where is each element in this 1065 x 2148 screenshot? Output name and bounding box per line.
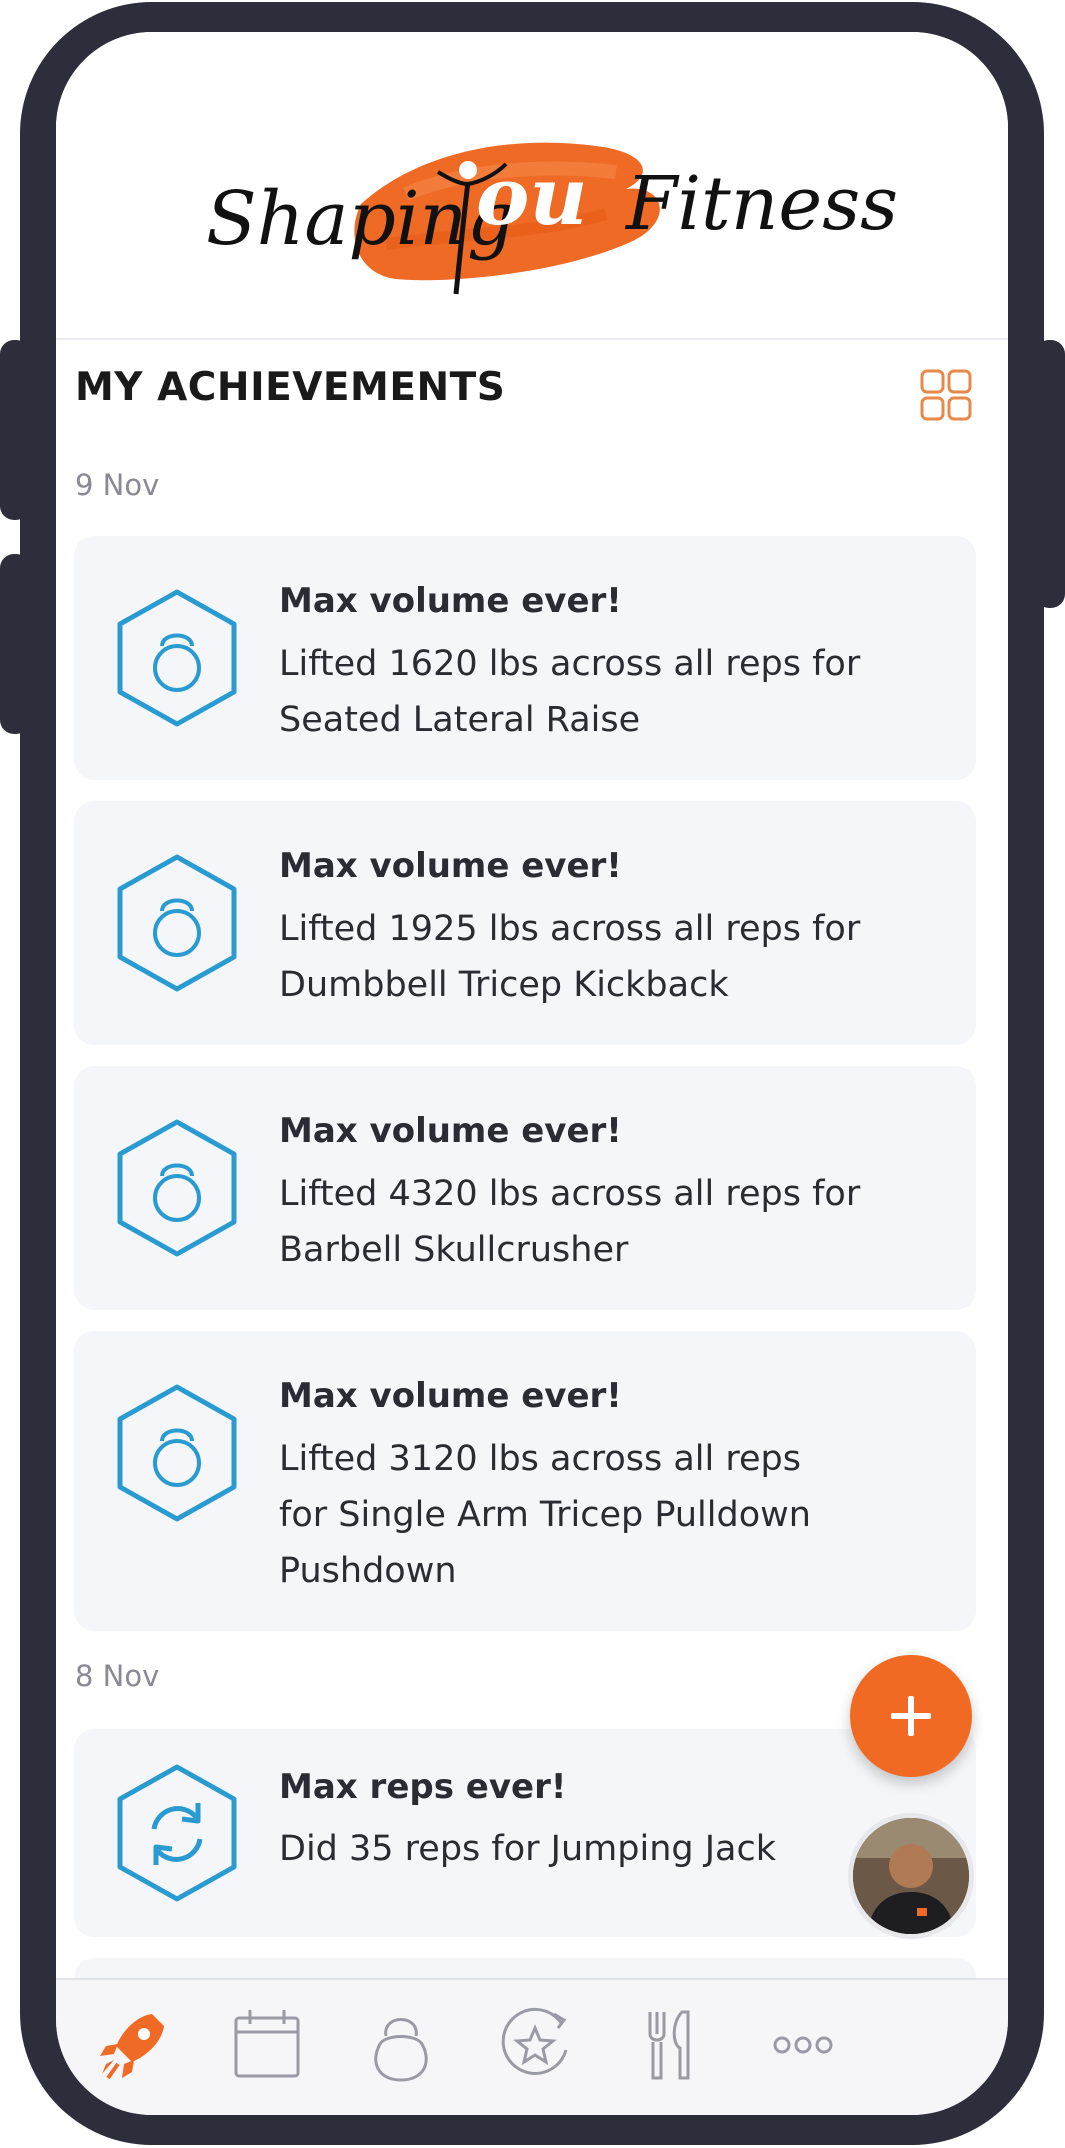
kettlebell-icon	[117, 1119, 237, 1257]
achievement-title: Max reps ever!	[279, 1767, 567, 1807]
tab-workouts[interactable]	[356, 2000, 446, 2090]
achievement-card[interactable]: Max reps ever! Did 35 reps for Jumping J…	[74, 1729, 976, 1937]
brand-logo: Shaping ou Fitness	[206, 142, 898, 295]
date-label: 9 Nov	[75, 468, 160, 502]
achievement-description: Lifted 1925 lbs across all reps for Dumb…	[279, 901, 929, 1013]
phone-side-button-left-2	[0, 554, 30, 734]
achievement-card[interactable]: Max volume ever! Lifted 1925 lbs across …	[74, 801, 976, 1045]
achievement-title: Max volume ever!	[279, 1376, 622, 1416]
achievement-title: Max volume ever!	[279, 846, 622, 886]
add-button[interactable]	[850, 1655, 972, 1777]
achievement-line: Lifted 3120 lbs across all reps	[279, 1439, 801, 1479]
app-screen: Shaping ou Fitness MY ACHIEVEMENTS 9 Nov…	[56, 32, 1008, 2115]
achievement-description: Lifted 4320 lbs across all reps for Barb…	[279, 1166, 929, 1278]
app-header: Shaping ou Fitness	[56, 32, 1008, 340]
achievement-line: Pushdown	[279, 1551, 457, 1591]
phone-side-button-left-1	[0, 340, 30, 520]
achievement-title: Max volume ever!	[279, 1111, 622, 1151]
svg-text:Shaping: Shaping	[206, 176, 515, 262]
rocket-icon	[100, 2014, 164, 2080]
achievement-description: Lifted 3120 lbs across all reps for Sing…	[279, 1431, 929, 1599]
achievement-card[interactable]: Max volume ever! Lifted 3120 lbs across …	[74, 1331, 976, 1631]
plus-icon	[891, 1696, 931, 1736]
bottom-tab-bar	[56, 1978, 1008, 2115]
tab-rocket[interactable]	[88, 2000, 178, 2090]
coach-avatar[interactable]	[848, 1813, 974, 1939]
achievement-card[interactable]: Max volume ever! Lifted 4320 lbs across …	[74, 1066, 976, 1310]
achievement-description: Did 35 reps for Jumping Jack	[279, 1821, 929, 1877]
svg-text:Fitness: Fitness	[624, 161, 898, 247]
tab-calendar[interactable]	[222, 2000, 312, 2090]
kettlebell-icon	[117, 854, 237, 992]
achievement-title: Max volume ever!	[279, 581, 622, 621]
kettlebell-icon	[117, 589, 237, 727]
achievement-line: Dumbbell Tricep Kickback	[279, 965, 729, 1005]
fork-knife-icon	[648, 2010, 690, 2080]
achievement-line: Did 35 reps for Jumping Jack	[279, 1829, 777, 1869]
achievement-line: Lifted 1620 lbs across all reps for	[279, 644, 861, 684]
grid-icon[interactable]	[918, 367, 974, 423]
achievement-line: Barbell Skullcrusher	[279, 1230, 629, 1270]
achievement-card[interactable]: Max volume ever! Lifted 1620 lbs across …	[74, 536, 976, 780]
svg-text:ou: ou	[476, 149, 588, 243]
achievement-description: Lifted 1620 lbs across all reps for Seat…	[279, 636, 929, 748]
achievement-line: Seated Lateral Raise	[279, 700, 641, 740]
tab-nutrition[interactable]	[624, 2000, 714, 2090]
star-badge-icon	[501, 2007, 568, 2075]
phone-side-button-right	[1035, 340, 1065, 608]
achievement-line: Lifted 4320 lbs across all reps for	[279, 1174, 861, 1214]
calendar-icon	[234, 2010, 300, 2078]
date-label: 8 Nov	[75, 1659, 160, 1693]
kettlebell-icon	[117, 1384, 237, 1522]
achievement-line: Lifted 1925 lbs across all reps for	[279, 909, 861, 949]
kettlebell-icon	[374, 2018, 428, 2082]
repeat-icon	[117, 1764, 237, 1902]
more-icon	[773, 2036, 833, 2054]
tab-more[interactable]	[758, 2000, 848, 2090]
page-title: MY ACHIEVEMENTS	[75, 365, 506, 410]
achievement-line: for Single Arm Tricep Pulldown	[279, 1495, 811, 1535]
tab-achievements[interactable]	[490, 2000, 580, 2090]
